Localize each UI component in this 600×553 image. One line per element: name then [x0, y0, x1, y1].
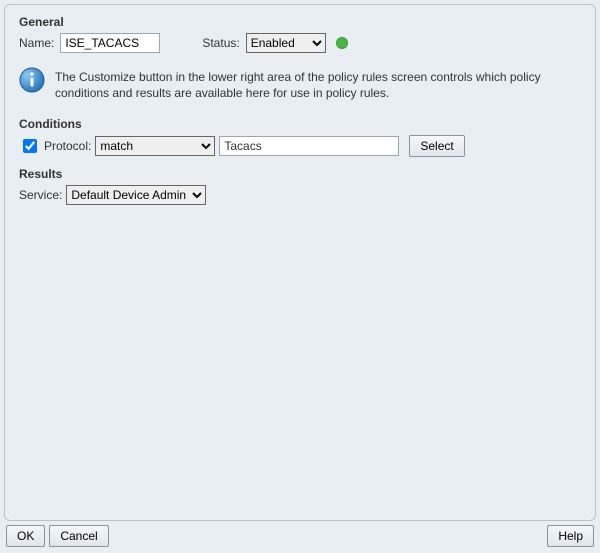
cancel-button[interactable]: Cancel — [49, 525, 108, 547]
protocol-value-field[interactable]: Tacacs — [219, 136, 399, 156]
info-block: The Customize button in the lower right … — [19, 67, 581, 101]
service-label: Service: — [19, 188, 62, 202]
info-text: The Customize button in the lower right … — [55, 67, 555, 101]
status-indicator-icon — [336, 37, 348, 49]
conditions-title: Conditions — [19, 117, 581, 131]
ok-button[interactable]: OK — [6, 525, 45, 547]
status-select[interactable]: Enabled — [246, 33, 326, 53]
name-label: Name: — [19, 36, 54, 50]
protocol-select-button[interactable]: Select — [409, 135, 464, 157]
help-button[interactable]: Help — [547, 525, 594, 547]
info-icon — [19, 67, 45, 93]
protocol-checkbox[interactable] — [23, 139, 37, 153]
policy-panel: General Name: Status: Enabled — [4, 4, 596, 521]
name-input[interactable] — [60, 33, 160, 53]
footer: OK Cancel Help — [0, 521, 600, 553]
protocol-operator-select[interactable]: match — [95, 136, 215, 156]
results-row: Service: Default Device Admin — [19, 185, 581, 205]
general-row: Name: Status: Enabled — [19, 33, 581, 53]
service-select[interactable]: Default Device Admin — [66, 185, 206, 205]
conditions-row: Protocol: match Tacacs Select — [19, 135, 581, 157]
general-title: General — [19, 15, 581, 29]
results-title: Results — [19, 167, 581, 181]
protocol-label: Protocol: — [44, 139, 91, 153]
status-label: Status: — [202, 36, 239, 50]
